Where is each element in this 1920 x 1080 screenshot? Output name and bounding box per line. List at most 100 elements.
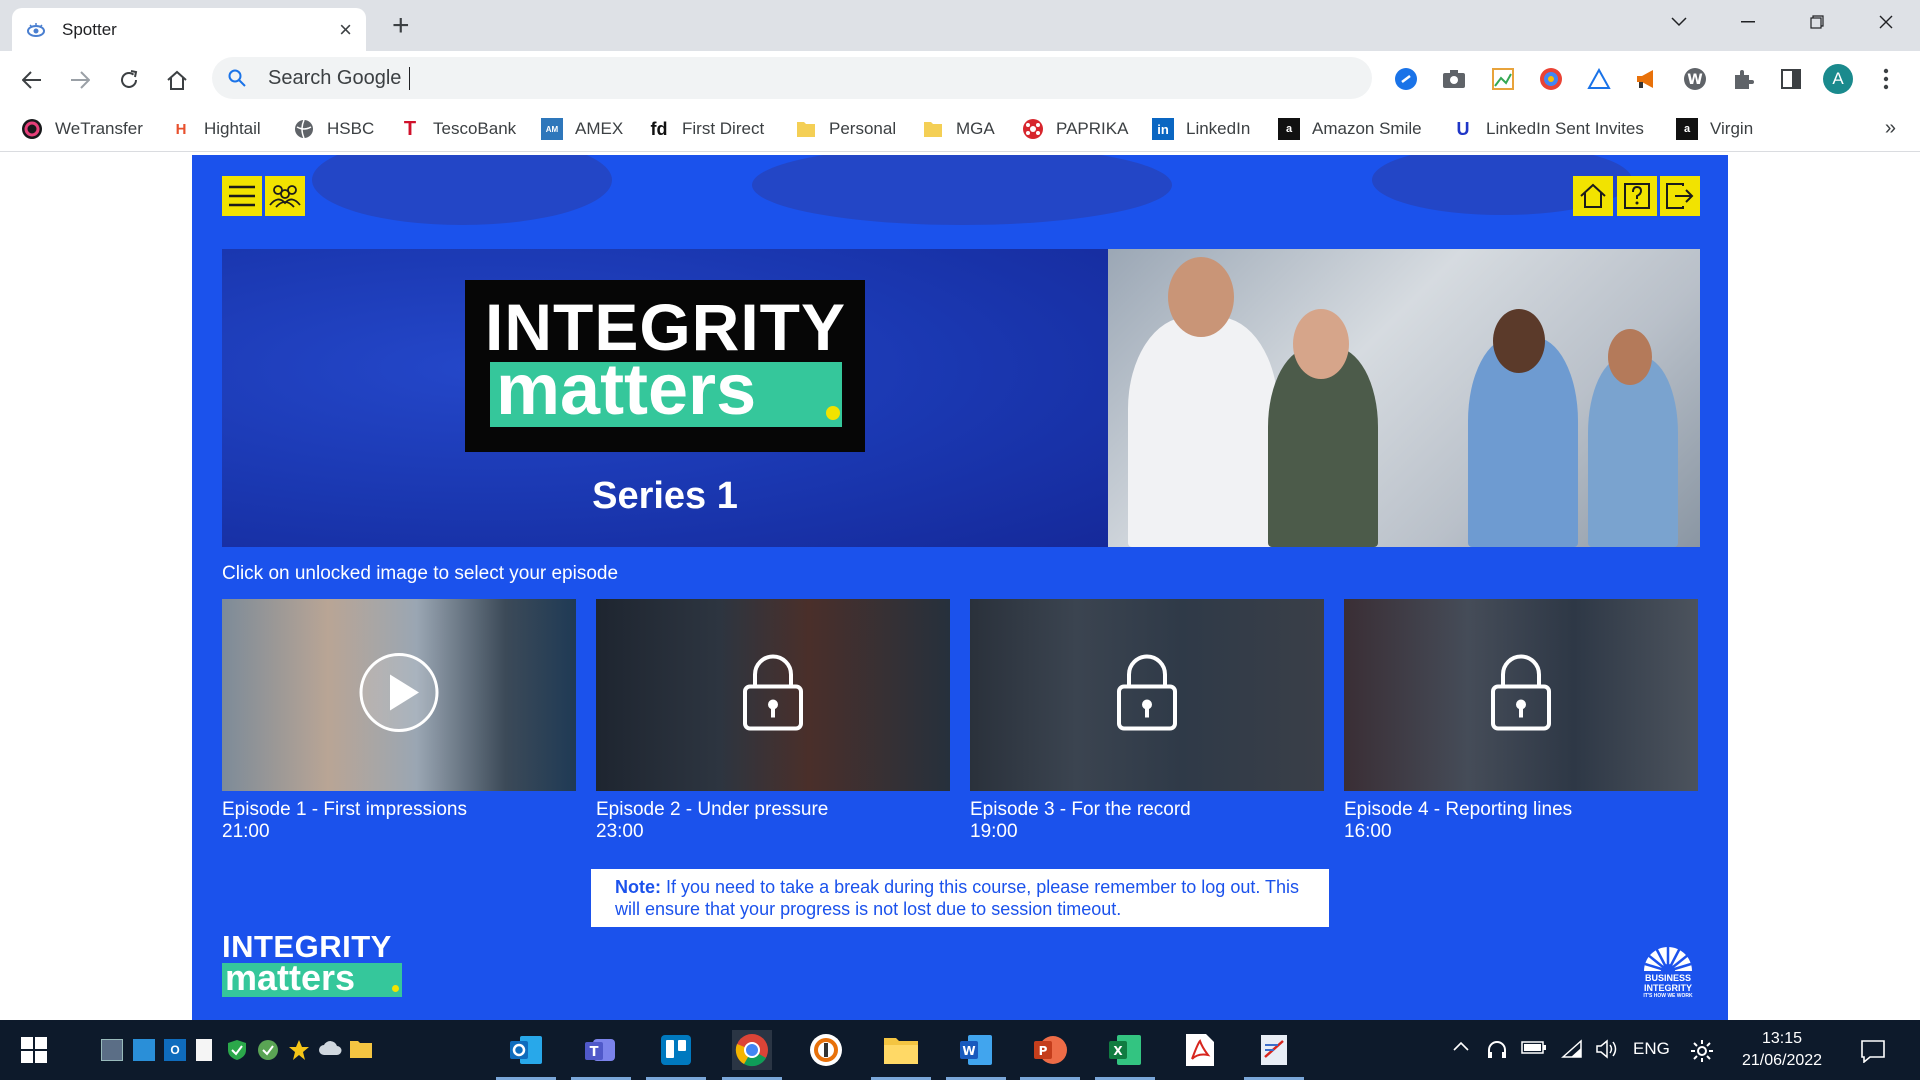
powerpoint-app-icon[interactable]: P: [1020, 1030, 1080, 1080]
puzzle-extensions-icon[interactable]: [1729, 65, 1757, 93]
session-note: Note: If you need to take a break during…: [591, 869, 1329, 927]
bookmarks-bar: WeTransfer H Hightail HSBC T TescoBank A…: [0, 107, 1920, 152]
bookmark-paprika[interactable]: PAPRIKA: [1022, 115, 1128, 143]
chevron-up-icon[interactable]: [1452, 1039, 1474, 1061]
menu-dots-icon[interactable]: [1872, 65, 1900, 93]
excel-app-icon[interactable]: X: [1095, 1030, 1155, 1080]
cloud-icon[interactable]: [318, 1039, 342, 1061]
windows-start-icon[interactable]: [14, 1030, 54, 1070]
new-tab-button[interactable]: +: [392, 9, 410, 43]
back-icon[interactable]: [15, 63, 49, 97]
outlook-app-icon[interactable]: [496, 1030, 556, 1080]
volume-icon[interactable]: [1595, 1039, 1617, 1061]
headset-icon[interactable]: [1486, 1039, 1508, 1061]
bookmark-linkedin-sent-invites[interactable]: U LinkedIn Sent Invites: [1452, 115, 1644, 143]
padlock-icon: [1489, 653, 1553, 738]
forward-icon[interactable]: [63, 63, 97, 97]
bookmark-mga[interactable]: MGA: [922, 115, 995, 143]
browser-tab-strip: Spotter × +: [0, 0, 1920, 51]
logo-green-band: matters: [490, 354, 842, 427]
episode-thumbnail[interactable]: [596, 599, 950, 791]
bookmark-amazon-smile[interactable]: a Amazon Smile: [1278, 115, 1422, 143]
bookmark-linkedin[interactable]: in LinkedIn: [1152, 115, 1250, 143]
bookmark-personal[interactable]: Personal: [795, 115, 896, 143]
bookmark-hightail[interactable]: H Hightail: [170, 115, 261, 143]
shield-icon[interactable]: [226, 1039, 248, 1061]
wifi-icon[interactable]: [1561, 1039, 1583, 1061]
bookmarks-overflow-icon[interactable]: »: [1885, 117, 1896, 140]
bookmark-firstdirect[interactable]: fd First Direct: [648, 115, 765, 143]
episode-card-3[interactable]: Episode 3 - For the record 19:00: [970, 599, 1324, 843]
desktop-app-icon[interactable]: [133, 1039, 155, 1061]
battery-icon[interactable]: [1521, 1039, 1546, 1061]
monitor-app-icon[interactable]: [101, 1039, 123, 1061]
episode-thumbnail[interactable]: [1344, 599, 1698, 791]
amex-icon: AM: [541, 118, 563, 140]
episode-thumbnail[interactable]: [222, 599, 576, 791]
browser-toolbar: Search Google W A: [0, 51, 1920, 107]
triangle-extension-icon[interactable]: [1585, 65, 1613, 93]
episode-thumbnail[interactable]: [970, 599, 1324, 791]
star-icon[interactable]: [288, 1039, 310, 1061]
chrome-app-icon[interactable]: [722, 1030, 782, 1080]
group-icon: [269, 185, 301, 208]
address-bar[interactable]: Search Google: [212, 57, 1372, 99]
file-explorer-icon[interactable]: [871, 1030, 931, 1080]
settings-gear-icon[interactable]: [1690, 1039, 1713, 1062]
bookmark-virgin[interactable]: a Virgin: [1676, 115, 1753, 143]
bookmark-wetransfer[interactable]: WeTransfer: [21, 115, 143, 143]
svg-text:W: W: [962, 1044, 975, 1058]
episode-card-2[interactable]: Episode 2 - Under pressure 23:00: [596, 599, 950, 843]
episode-card-1[interactable]: Episode 1 - First impressions 21:00: [222, 599, 576, 843]
bookmark-tescobank[interactable]: T TescoBank: [399, 115, 516, 143]
minimize-button[interactable]: [1713, 0, 1782, 44]
home-button[interactable]: [1573, 176, 1613, 216]
notifications-icon[interactable]: [1860, 1039, 1885, 1064]
paint-splash-decoration: [752, 155, 1172, 225]
teams-app-icon[interactable]: T: [571, 1030, 631, 1080]
home-icon[interactable]: [160, 63, 194, 97]
bookmark-hsbc[interactable]: HSBC: [293, 115, 374, 143]
color-extension-icon[interactable]: [1537, 65, 1565, 93]
episode-title: Episode 3 - For the record: [970, 799, 1191, 820]
exit-icon: [1666, 183, 1694, 209]
security-app-icon[interactable]: [806, 1030, 846, 1070]
bookmark-amex[interactable]: AM AMEX: [541, 115, 623, 143]
restore-button[interactable]: [1782, 0, 1851, 44]
tab-search-icon[interactable]: [1644, 0, 1713, 44]
document-app-icon[interactable]: [1244, 1030, 1304, 1080]
camera-extension-icon[interactable]: [1440, 65, 1468, 93]
logout-button[interactable]: [1660, 176, 1700, 216]
check-circle-icon[interactable]: [257, 1039, 279, 1061]
windows-taskbar: O T W P X ENG 13:15 21/06/2022: [0, 1020, 1920, 1080]
close-window-button[interactable]: [1851, 0, 1920, 44]
close-tab-icon[interactable]: ×: [339, 17, 352, 43]
episode-card-4[interactable]: Episode 4 - Reporting lines 16:00: [1344, 599, 1698, 843]
episode-duration: 21:00: [222, 821, 270, 842]
menu-button[interactable]: [222, 176, 262, 216]
trello-app-icon[interactable]: [646, 1030, 706, 1080]
play-icon[interactable]: [357, 651, 441, 740]
folder-icon[interactable]: [349, 1039, 372, 1061]
person-head: [1493, 309, 1545, 373]
acrobat-app-icon[interactable]: [1180, 1030, 1220, 1070]
word-app-icon[interactable]: W: [946, 1030, 1006, 1080]
help-button[interactable]: [1617, 176, 1657, 216]
people-button[interactable]: [265, 176, 305, 216]
sunburst-icon: [1644, 945, 1692, 978]
language-indicator[interactable]: ENG: [1633, 1039, 1670, 1059]
link-extension-icon[interactable]: [1392, 65, 1420, 93]
profile-avatar[interactable]: A: [1823, 64, 1853, 94]
wetransfer-icon: [21, 118, 43, 140]
firstdirect-icon: fd: [650, 118, 668, 139]
logo-dot: [826, 406, 840, 420]
outlook-small-icon[interactable]: O: [164, 1039, 186, 1061]
wordpress-extension-icon[interactable]: W: [1681, 65, 1709, 93]
browser-tab[interactable]: Spotter ×: [12, 8, 366, 51]
side-panel-icon[interactable]: [1777, 65, 1805, 93]
reload-icon[interactable]: [112, 63, 146, 97]
system-clock[interactable]: 13:15 21/06/2022: [1734, 1028, 1830, 1072]
megaphone-extension-icon[interactable]: [1633, 65, 1661, 93]
image-extension-icon[interactable]: [1489, 65, 1517, 93]
notepad-icon[interactable]: [196, 1039, 212, 1061]
